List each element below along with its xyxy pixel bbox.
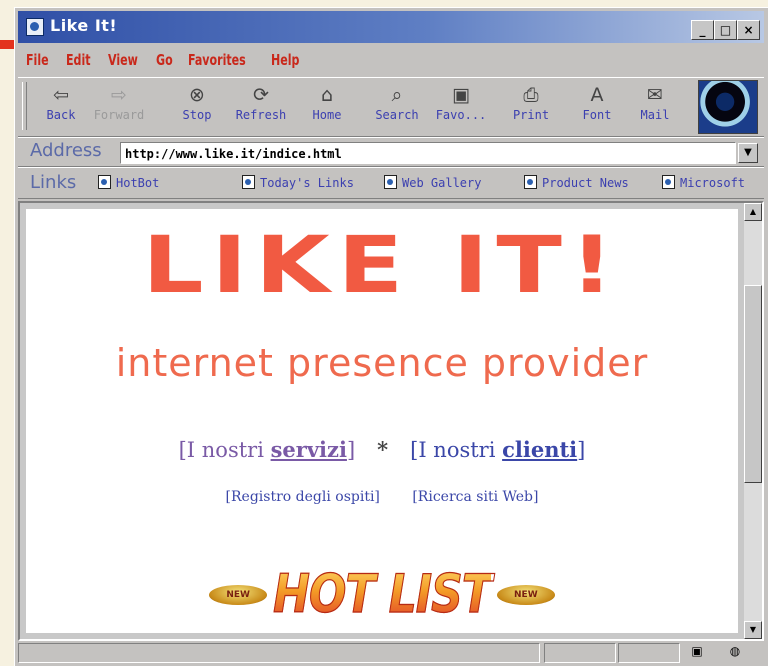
link-ricerca-siti[interactable]: [Ricerca siti Web]: [412, 489, 538, 505]
scroll-down-icon[interactable]: ▼: [744, 621, 762, 639]
refresh-button[interactable]: ⟳ Refresh: [232, 82, 290, 130]
maximize-button[interactable]: □: [714, 20, 737, 40]
link-clienti[interactable]: [I nostri clienti]: [410, 437, 585, 462]
page-icon: [662, 175, 675, 189]
home-icon: ⌂: [320, 84, 334, 106]
scroll-thumb[interactable]: [744, 285, 762, 483]
browser-window: Like It! _ □ × File Edit View Go Favorites He…: [14, 7, 768, 666]
window-title: Like It!: [50, 16, 118, 35]
hot-list-title: HOT LIST: [273, 563, 493, 626]
link-web-gallery[interactable]: Web Gallery: [384, 175, 481, 190]
stop-button[interactable]: ⊗ Stop: [168, 82, 226, 130]
address-field[interactable]: [120, 142, 736, 164]
minimize-button[interactable]: _: [691, 20, 714, 40]
status-pane: [618, 643, 680, 663]
printer-icon: ⎙: [523, 84, 539, 106]
menu-go[interactable]: Go: [156, 47, 173, 73]
links-bar: Links HotBot Today's Links Web Gallery P…: [18, 167, 764, 199]
page-icon: [524, 175, 537, 189]
address-label: Address: [30, 140, 102, 161]
new-badge-icon: NEW: [209, 584, 268, 605]
address-input[interactable]: [121, 145, 719, 163]
new-badge-icon: NEW: [496, 584, 555, 605]
link-todays-links[interactable]: Today's Links: [242, 175, 354, 190]
back-button[interactable]: ⇦ Back: [32, 82, 90, 130]
link-microsoft[interactable]: Microsoft: [662, 175, 745, 190]
secondary-nav: [Registro degli ospiti] [Ricerca siti We…: [20, 489, 744, 505]
page-content: LIKE IT! internet presence provider [I n…: [20, 203, 744, 639]
menu-edit[interactable]: Edit: [66, 47, 91, 73]
search-icon: ⌕: [391, 84, 403, 106]
link-product-news[interactable]: Product News: [524, 175, 629, 190]
mail-button[interactable]: ✉ Mail: [626, 82, 684, 130]
status-text-pane: [18, 643, 540, 663]
ie-page-icon: [26, 18, 44, 36]
forward-arrow-icon: ⇨: [111, 84, 127, 106]
main-nav: [I nostri servizi] * [I nostri clienti]: [20, 437, 744, 462]
page-icon: [384, 175, 397, 189]
nav-separator: *: [377, 437, 389, 462]
scroll-up-icon[interactable]: ▲: [744, 203, 762, 221]
address-dropdown-arrow-icon[interactable]: ▼: [738, 143, 758, 163]
menu-file[interactable]: File: [26, 47, 49, 73]
links-label: Links: [30, 172, 77, 193]
toolbar-grip[interactable]: [22, 82, 27, 130]
page-icon: [98, 175, 111, 189]
page-viewport: LIKE IT! internet presence provider [I n…: [18, 201, 764, 641]
vertical-scrollbar[interactable]: ▲ ▼: [744, 203, 762, 639]
refresh-icon: ⟳: [253, 84, 269, 106]
print-button[interactable]: ⎙ Print: [502, 82, 560, 130]
hot-list-banner[interactable]: NEW HOT LIST NEW: [20, 563, 744, 626]
back-arrow-icon: ⇦: [53, 84, 69, 106]
link-servizi[interactable]: [I nostri servizi]: [179, 437, 356, 462]
page-tagline: internet presence provider: [115, 341, 649, 385]
menu-view[interactable]: View: [108, 47, 138, 73]
font-icon: A: [590, 84, 604, 106]
menu-bar: File Edit View Go Favorites Help: [18, 47, 764, 73]
link-registro-ospiti[interactable]: [Registro degli ospiti]: [226, 489, 380, 505]
security-lock-icon: ▣: [691, 644, 703, 658]
favorites-folder-icon: ▣: [452, 84, 470, 106]
close-button[interactable]: ×: [737, 20, 760, 40]
page-icon: [242, 175, 255, 189]
favorites-button[interactable]: ▣ Favo...: [432, 82, 490, 130]
menu-help[interactable]: Help: [271, 47, 299, 73]
status-bar: ▣ ◍: [18, 641, 764, 663]
forward-button[interactable]: ⇨ Forward: [90, 82, 148, 130]
link-hotbot[interactable]: HotBot: [98, 175, 159, 190]
toolbar: ⇦ Back ⇨ Forward ⊗ Stop ⟳ Refresh ⌂ Home ⌕ Sea…: [18, 77, 764, 137]
menu-favorites[interactable]: Favorites: [188, 47, 246, 73]
stop-icon: ⊗: [189, 84, 205, 106]
address-bar: Address ▼: [18, 137, 764, 167]
like-it-logo: LIKE IT!: [142, 219, 622, 311]
ie-throbber-logo-icon: [698, 80, 758, 134]
status-progress-pane: [544, 643, 616, 663]
home-button[interactable]: ⌂ Home: [298, 82, 356, 130]
internet-zone-icon: ◍: [729, 644, 741, 658]
mail-icon: ✉: [647, 84, 663, 106]
title-bar[interactable]: Like It! _ □ ×: [18, 11, 764, 43]
search-button[interactable]: ⌕ Search: [368, 82, 426, 130]
font-button[interactable]: A Font: [568, 82, 626, 130]
